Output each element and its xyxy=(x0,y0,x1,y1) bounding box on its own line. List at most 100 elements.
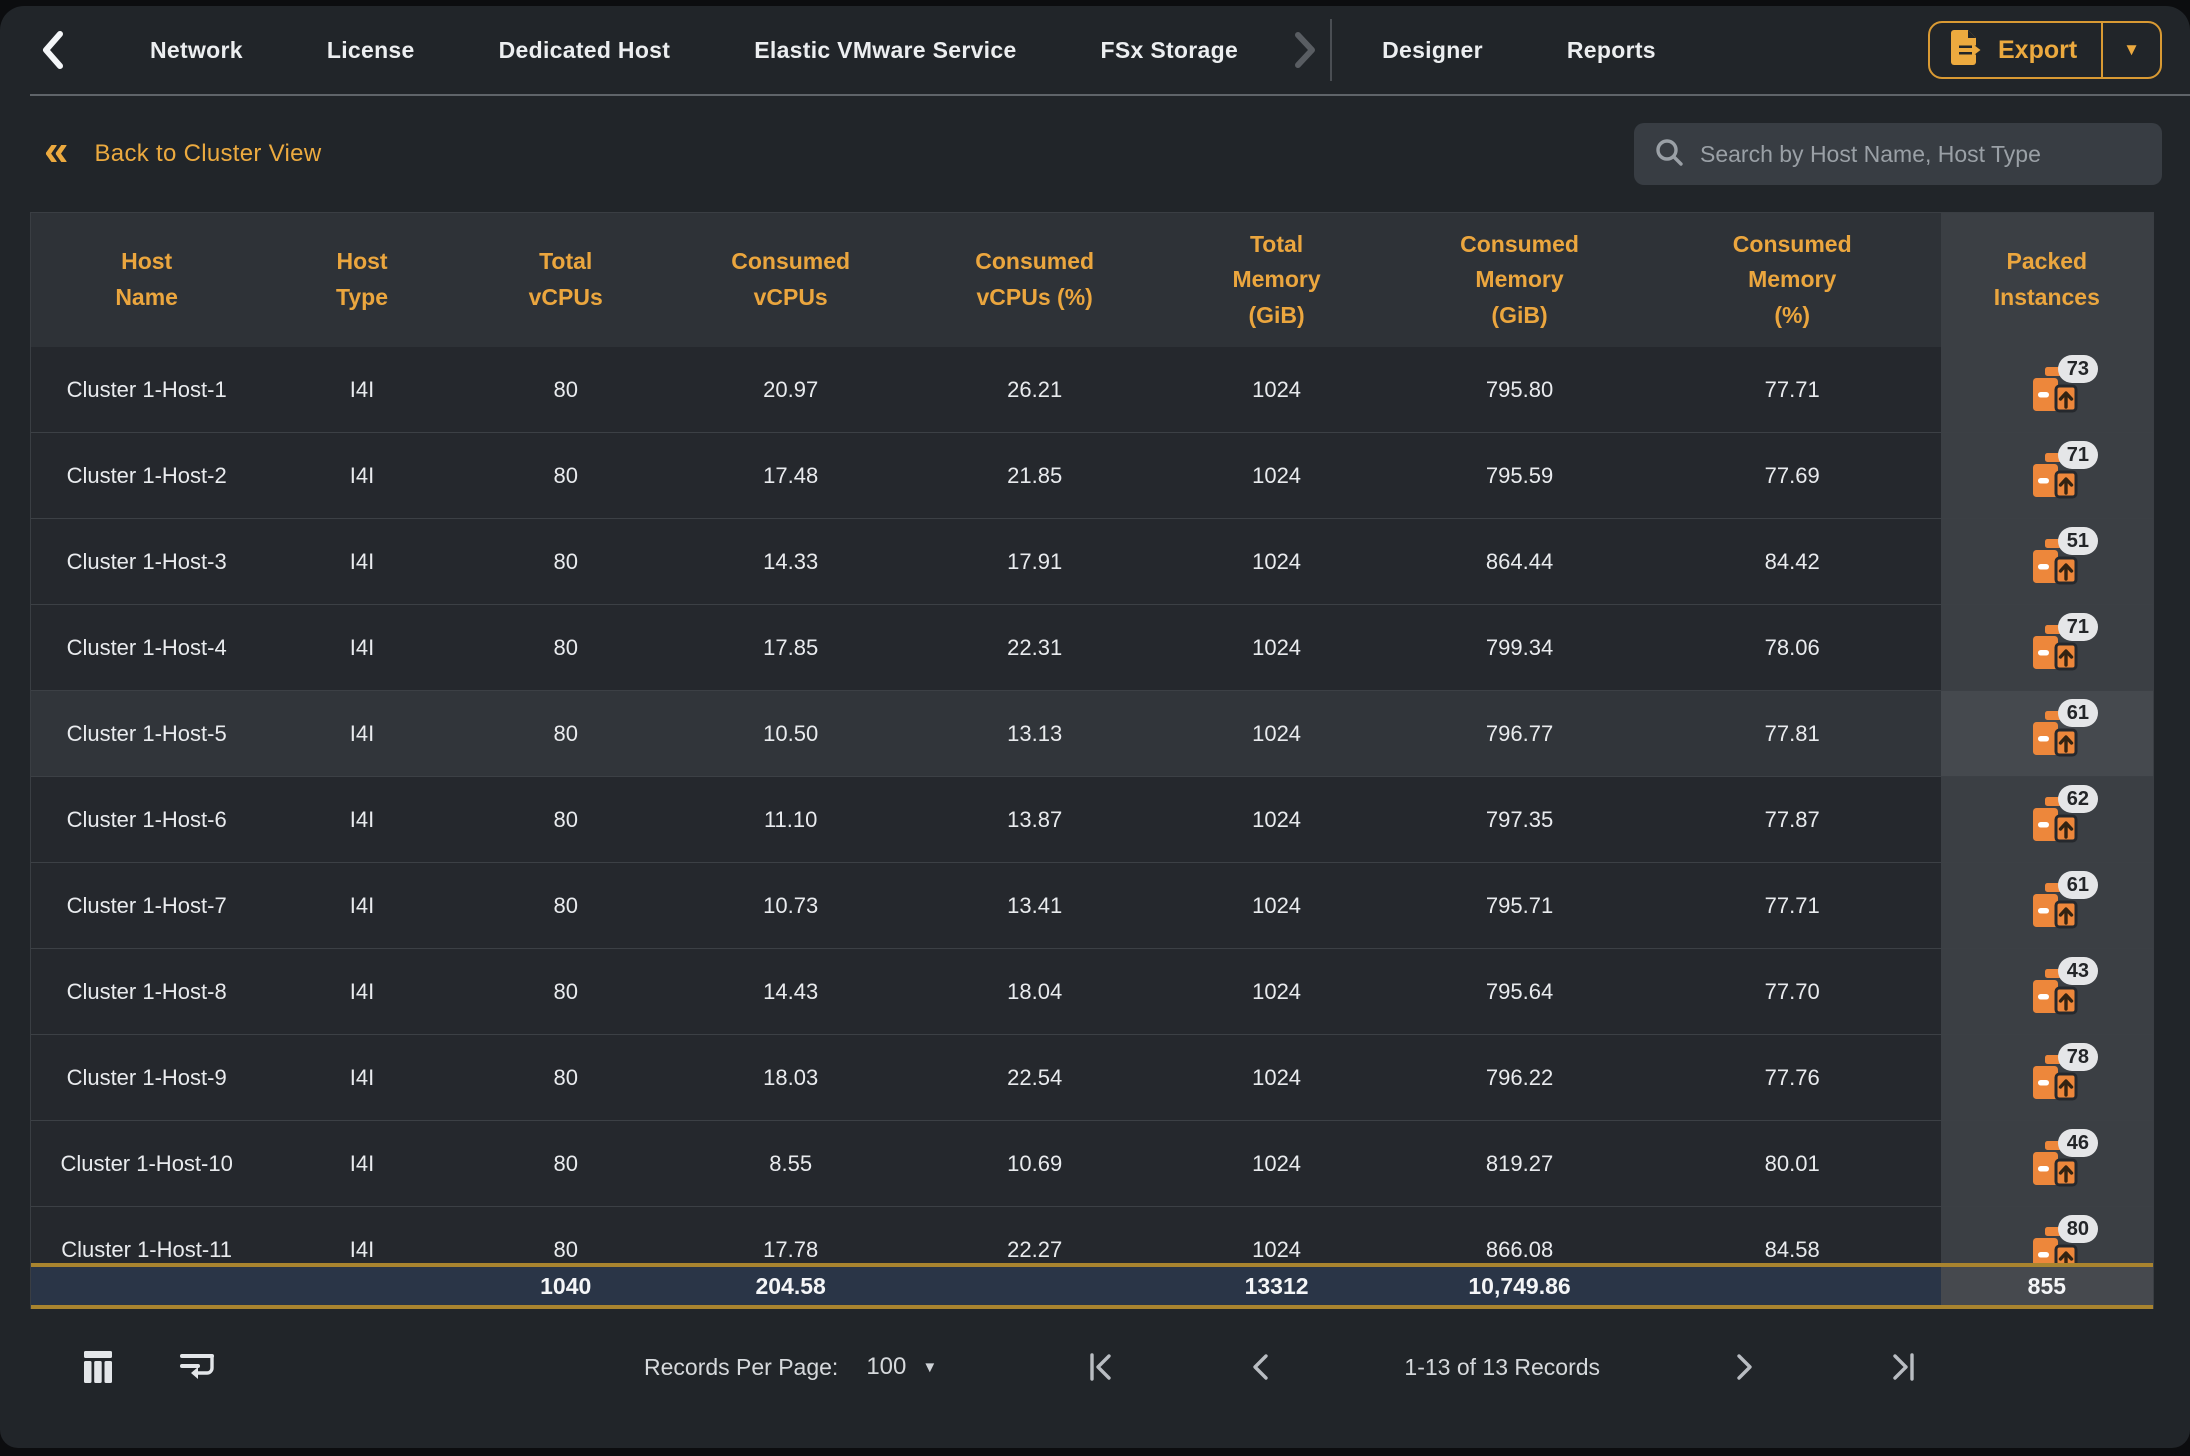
packed-count-badge: 61 xyxy=(2058,871,2098,899)
cell-packed-instances: 80 xyxy=(1941,1207,2153,1263)
cell-consumed-vcpus-pct: 13.41 xyxy=(912,863,1158,948)
nav-tab-network[interactable]: Network xyxy=(108,37,285,64)
packed-instances-icon[interactable]: 46 xyxy=(2030,1141,2078,1187)
cell-host-name: Cluster 1-Host-10 xyxy=(31,1121,262,1206)
cell-consumed-vcpus: 14.43 xyxy=(670,949,912,1034)
nav-tab-designer[interactable]: Designer xyxy=(1340,37,1525,64)
export-label: Export xyxy=(1998,36,2077,65)
packed-instances-icon[interactable]: 78 xyxy=(2030,1055,2078,1101)
packed-instances-icon[interactable]: 61 xyxy=(2030,883,2078,929)
records-per-page-select[interactable]: 100 ▼ xyxy=(866,1353,937,1381)
packed-instances-icon[interactable]: 71 xyxy=(2030,625,2078,671)
nav-tab-reports[interactable]: Reports xyxy=(1525,37,1698,64)
packed-instances-icon[interactable]: 73 xyxy=(2030,367,2078,413)
records-per-page-value: 100 xyxy=(866,1353,906,1381)
totals-packed-instances: 855 xyxy=(1941,1267,2153,1305)
cell-host-type: I4I xyxy=(262,519,461,604)
column-header-host-type[interactable]: Host Type xyxy=(262,213,461,347)
cell-consumed-vcpus: 20.97 xyxy=(670,347,912,432)
totals-consumed-memory-pct xyxy=(1644,1267,1941,1305)
cell-consumed-vcpus: 17.85 xyxy=(670,605,912,690)
column-header-host-name[interactable]: Host Name xyxy=(31,213,262,347)
column-header-consumed-memory[interactable]: Consumed Memory (GiB) xyxy=(1395,213,1643,347)
cell-host-name: Cluster 1-Host-3 xyxy=(31,519,262,604)
table-row[interactable]: Cluster 1-Host-9 I4I 80 18.03 22.54 1024… xyxy=(31,1035,2153,1121)
records-per-page-caret-icon: ▼ xyxy=(922,1359,937,1376)
cell-host-type: I4I xyxy=(262,1121,461,1206)
cell-total-vcpus: 80 xyxy=(462,433,670,518)
table-row[interactable]: Cluster 1-Host-2 I4I 80 17.48 21.85 1024… xyxy=(31,433,2153,519)
cell-host-name: Cluster 1-Host-2 xyxy=(31,433,262,518)
nav-divider xyxy=(1330,19,1332,81)
hosts-table: Host Name Host Type Total vCPUs Consumed… xyxy=(30,212,2154,1309)
table-row[interactable]: Cluster 1-Host-11 I4I 80 17.78 22.27 102… xyxy=(31,1207,2153,1263)
column-header-consumed-memory-pct[interactable]: Consumed Memory (%) xyxy=(1644,213,1941,347)
packed-count-badge: 51 xyxy=(2058,527,2098,555)
cell-packed-instances: 71 xyxy=(1941,433,2153,518)
export-dropdown-caret[interactable]: ▼ xyxy=(2101,23,2160,77)
nav-scroll-right-icon[interactable] xyxy=(1294,32,1316,68)
cell-consumed-vcpus-pct: 22.31 xyxy=(912,605,1158,690)
cell-consumed-memory-pct: 77.70 xyxy=(1644,949,1941,1034)
packed-instances-icon[interactable]: 61 xyxy=(2030,711,2078,757)
nav-scroll-left-icon[interactable] xyxy=(40,30,74,70)
cell-consumed-memory: 797.35 xyxy=(1395,777,1643,862)
wrap-rows-icon[interactable] xyxy=(180,1350,216,1384)
packed-instances-icon[interactable]: 43 xyxy=(2030,969,2078,1015)
column-header-total-vcpus[interactable]: Total vCPUs xyxy=(462,213,670,347)
table-row[interactable]: Cluster 1-Host-5 I4I 80 10.50 13.13 1024… xyxy=(31,691,2153,777)
totals-consumed-vcpus-pct xyxy=(912,1267,1158,1305)
table-row[interactable]: Cluster 1-Host-1 I4I 80 20.97 26.21 1024… xyxy=(31,347,2153,433)
packed-instances-icon[interactable]: 71 xyxy=(2030,453,2078,499)
table-columns-icon[interactable] xyxy=(82,1349,114,1385)
table-row[interactable]: Cluster 1-Host-10 I4I 80 8.55 10.69 1024… xyxy=(31,1121,2153,1207)
cell-packed-instances: 46 xyxy=(1941,1121,2153,1206)
totals-total-memory: 13312 xyxy=(1158,1267,1396,1305)
nav-tab-elastic-vmware-service[interactable]: Elastic VMware Service xyxy=(712,37,1058,64)
table-body: Cluster 1-Host-1 I4I 80 20.97 26.21 1024… xyxy=(31,347,2153,1263)
previous-page-button[interactable] xyxy=(1250,1352,1270,1382)
cell-consumed-vcpus: 10.73 xyxy=(670,863,912,948)
app-panel: Network License Dedicated Host Elastic V… xyxy=(0,6,2190,1448)
column-header-packed-instances[interactable]: Packed Instances xyxy=(1941,213,2153,347)
cell-host-name: Cluster 1-Host-5 xyxy=(31,691,262,776)
table-row[interactable]: Cluster 1-Host-7 I4I 80 10.73 13.41 1024… xyxy=(31,863,2153,949)
cell-consumed-vcpus-pct: 22.54 xyxy=(912,1035,1158,1120)
table-header-row: Host Name Host Type Total vCPUs Consumed… xyxy=(31,213,2153,347)
cell-consumed-vcpus-pct: 13.87 xyxy=(912,777,1158,862)
packed-instances-icon[interactable]: 62 xyxy=(2030,797,2078,843)
back-to-cluster-view-link[interactable]: « Back to Cluster View xyxy=(44,135,321,173)
totals-consumed-vcpus: 204.58 xyxy=(670,1267,912,1305)
cell-consumed-vcpus-pct: 10.69 xyxy=(912,1121,1158,1206)
cell-total-vcpus: 80 xyxy=(462,1207,670,1263)
cell-packed-instances: 43 xyxy=(1941,949,2153,1034)
next-page-button[interactable] xyxy=(1735,1352,1755,1382)
table-row[interactable]: Cluster 1-Host-4 I4I 80 17.85 22.31 1024… xyxy=(31,605,2153,691)
cell-packed-instances: 61 xyxy=(1941,863,2153,948)
cell-total-vcpus: 80 xyxy=(462,1035,670,1120)
nav-tab-fsx-storage[interactable]: FSx Storage xyxy=(1059,37,1281,64)
cell-total-memory: 1024 xyxy=(1158,433,1396,518)
search-box[interactable] xyxy=(1634,123,2162,185)
table-row[interactable]: Cluster 1-Host-6 I4I 80 11.10 13.87 1024… xyxy=(31,777,2153,863)
table-row[interactable]: Cluster 1-Host-8 I4I 80 14.43 18.04 1024… xyxy=(31,949,2153,1035)
cell-total-memory: 1024 xyxy=(1158,949,1396,1034)
cell-consumed-memory: 796.22 xyxy=(1395,1035,1643,1120)
last-page-button[interactable] xyxy=(1889,1352,1917,1382)
column-header-consumed-vcpus-pct[interactable]: Consumed vCPUs (%) xyxy=(912,213,1158,347)
nav-tab-license[interactable]: License xyxy=(285,37,457,64)
column-header-total-memory[interactable]: Total Memory (GiB) xyxy=(1158,213,1396,347)
export-button[interactable]: Export ▼ xyxy=(1928,21,2162,79)
cell-consumed-vcpus: 8.55 xyxy=(670,1121,912,1206)
packed-instances-icon[interactable]: 80 xyxy=(2030,1227,2078,1264)
search-icon xyxy=(1654,137,1684,172)
cell-packed-instances: 51 xyxy=(1941,519,2153,604)
first-page-button[interactable] xyxy=(1087,1352,1115,1382)
column-header-consumed-vcpus[interactable]: Consumed vCPUs xyxy=(670,213,912,347)
cell-total-memory: 1024 xyxy=(1158,519,1396,604)
cell-host-name: Cluster 1-Host-9 xyxy=(31,1035,262,1120)
search-input[interactable] xyxy=(1700,141,2142,168)
table-row[interactable]: Cluster 1-Host-3 I4I 80 14.33 17.91 1024… xyxy=(31,519,2153,605)
packed-instances-icon[interactable]: 51 xyxy=(2030,539,2078,585)
nav-tab-dedicated-host[interactable]: Dedicated Host xyxy=(457,37,713,64)
